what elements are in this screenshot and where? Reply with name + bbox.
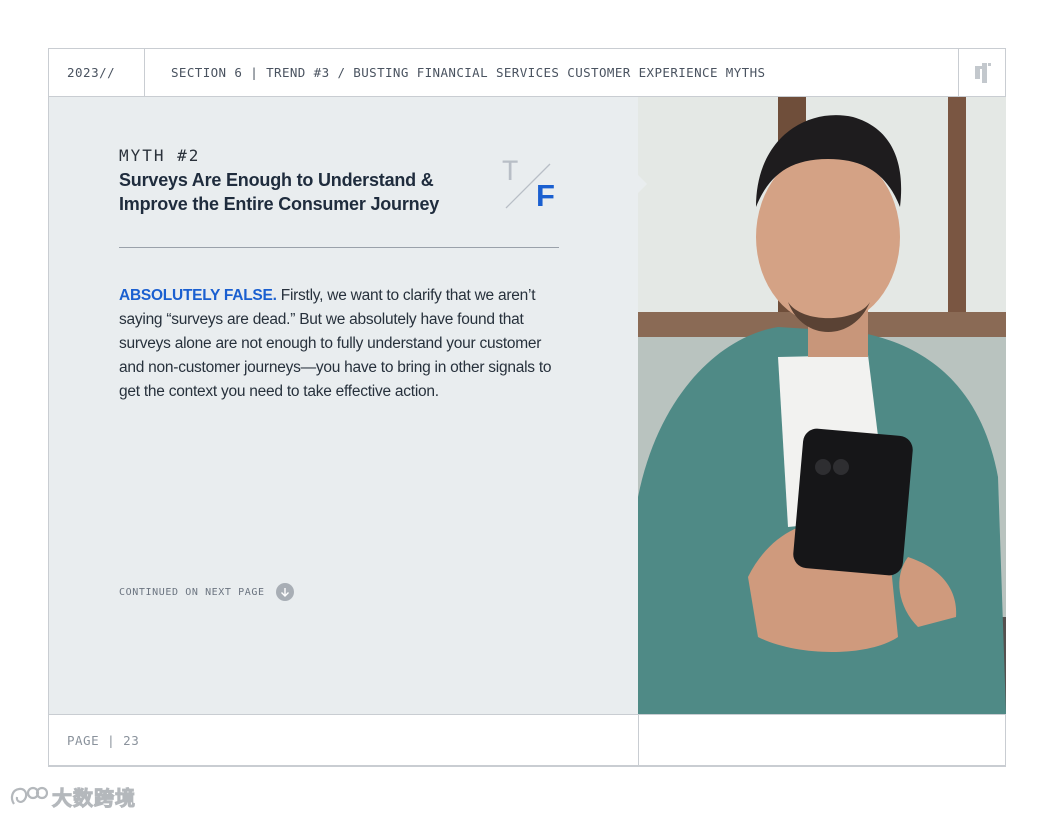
arrow-down-circle-icon[interactable] <box>275 583 294 601</box>
watermark-logo-icon <box>10 786 48 805</box>
false-letter: F <box>536 178 555 213</box>
header-year: 2023// <box>49 49 145 96</box>
header-logo <box>958 49 1005 96</box>
hero-photo <box>638 97 1006 714</box>
continued-link[interactable]: CONTINUED ON NEXT PAGE <box>119 583 294 601</box>
true-false-badge: T F <box>500 156 560 214</box>
footer-right-cell <box>638 714 1006 767</box>
page-header: 2023// SECTION 6 | TREND #3 / BUSTING FI… <box>48 48 1006 97</box>
header-section-breadcrumb: SECTION 6 | TREND #3 / BUSTING FINANCIAL… <box>171 65 766 80</box>
panel-notch <box>638 175 647 193</box>
myth-number-label: MYTH #2 <box>119 146 201 165</box>
myth-body: ABSOLUTELY FALSE. Firstly, we want to cl… <box>119 284 564 404</box>
page-footer: PAGE | 23 <box>48 714 639 767</box>
title-divider <box>119 247 559 248</box>
watermark-text: 大数跨境 <box>52 786 136 811</box>
myth-title: Surveys Are Enough to Understand & Impro… <box>119 170 440 214</box>
page-number: PAGE | 23 <box>67 733 140 748</box>
verdict-lead: ABSOLUTELY FALSE. <box>119 287 277 304</box>
brand-logo-icon <box>975 63 991 83</box>
watermark: 大数跨境 <box>8 782 136 811</box>
continued-label: CONTINUED ON NEXT PAGE <box>119 586 265 598</box>
